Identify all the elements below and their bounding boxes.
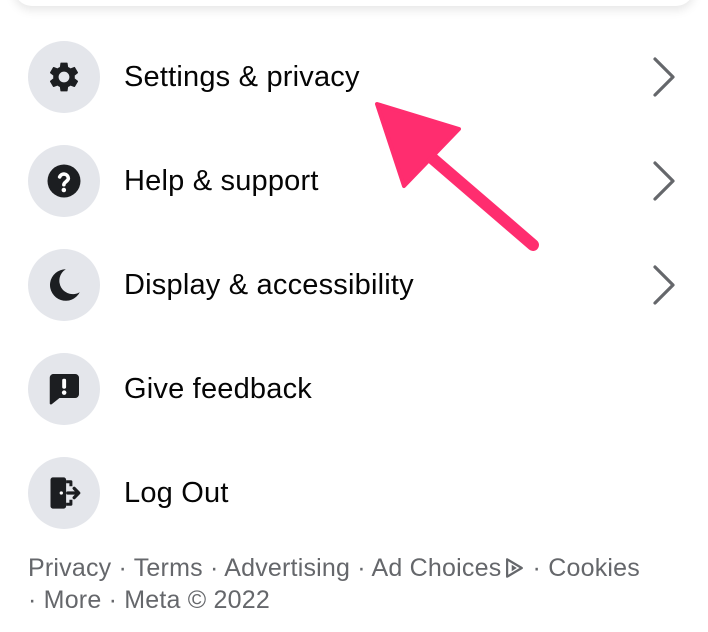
footer-separator: · <box>202 554 225 582</box>
menu-item-label: Settings & privacy <box>124 61 360 93</box>
top-card-edge <box>14 0 694 6</box>
footer-link-ad-choices[interactable]: Ad Choices <box>372 554 526 582</box>
menu-item-label: Display & accessibility <box>124 269 414 301</box>
moon-icon <box>49 269 80 301</box>
menu-item-display-accessibility[interactable]: Display & accessibility <box>0 233 708 337</box>
menu-item-label: Help & support <box>124 165 319 197</box>
footer-links: Privacy · Terms · Advertising · Ad Choic… <box>28 552 688 616</box>
footer-link-advertising[interactable]: Advertising <box>224 554 350 582</box>
gear-icon <box>49 62 79 92</box>
chevron-right-icon <box>653 265 675 305</box>
footer-link-meta[interactable]: Meta © 2022 <box>124 586 270 614</box>
menu-item-label: Log Out <box>124 477 229 509</box>
logout-icon-circle <box>28 457 100 529</box>
footer-separator: · <box>111 554 134 582</box>
logout-icon <box>50 477 81 509</box>
footer-link-more[interactable]: More <box>44 586 102 614</box>
footer-link-privacy[interactable]: Privacy <box>28 554 111 582</box>
footer-separator: · <box>28 586 44 614</box>
menu-item-give-feedback[interactable]: Give feedback <box>0 337 708 441</box>
menu-item-settings-privacy[interactable]: Settings & privacy <box>0 25 708 129</box>
footer-link-terms[interactable]: Terms <box>134 554 203 582</box>
feedback-icon-circle <box>28 353 100 425</box>
footer-link-cookies[interactable]: Cookies <box>548 554 640 582</box>
question-icon <box>47 164 81 198</box>
help-icon-circle <box>28 145 100 217</box>
chevron-right-icon <box>653 57 675 97</box>
settings-icon-circle <box>28 41 100 113</box>
footer-link-ad-choices-label: Ad Choices <box>371 554 502 582</box>
chevron-right-icon <box>653 161 675 201</box>
menu-item-log-out[interactable]: Log Out <box>0 441 708 545</box>
footer-separator: · <box>525 554 549 582</box>
feedback-icon <box>49 374 79 405</box>
menu-item-help-support[interactable]: Help & support <box>0 129 708 233</box>
menu-page: Settings & privacy Help & support Displa… <box>0 0 708 632</box>
menu-item-label: Give feedback <box>124 373 312 405</box>
footer-separator: · <box>350 554 372 582</box>
display-icon-circle <box>28 249 100 321</box>
ad-choices-icon <box>506 558 524 578</box>
footer-separator: · <box>101 586 125 614</box>
